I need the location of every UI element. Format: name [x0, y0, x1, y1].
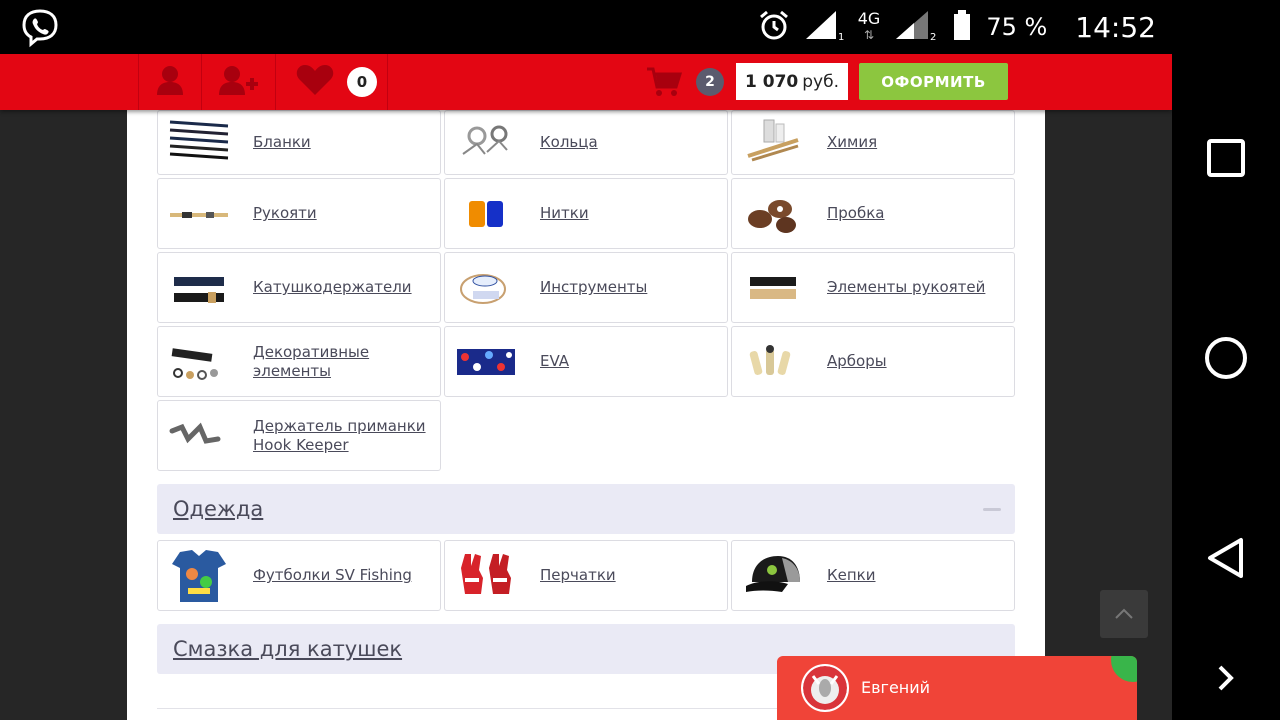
category-label: Нитки	[540, 204, 589, 222]
android-nav-bar	[1172, 54, 1280, 720]
category-label: Футболки SV Fishing	[253, 566, 412, 584]
back-button[interactable]	[1172, 520, 1280, 600]
category-label: Арборы	[827, 352, 887, 370]
heart-icon	[296, 64, 334, 100]
square-icon	[1207, 139, 1245, 181]
category-tile[interactable]: Арборы	[731, 326, 1015, 397]
handle-image	[168, 189, 230, 239]
clock: 14:52	[1075, 10, 1156, 44]
signal-sim1-icon: 1	[804, 9, 844, 45]
battery-icon	[952, 9, 972, 45]
scroll-to-top-button[interactable]	[1100, 590, 1148, 638]
register-button[interactable]	[202, 54, 276, 110]
handle-elements-image	[742, 263, 804, 313]
svg-text:1: 1	[838, 32, 844, 41]
alarm-icon	[758, 9, 790, 45]
section-title: Одежда	[173, 497, 264, 521]
category-tile[interactable]: Декоративные элементы	[157, 326, 441, 397]
category-tile[interactable]: Бланки	[157, 110, 441, 175]
online-indicator	[1111, 656, 1137, 682]
data-arrows-icon: ⇅	[863, 28, 875, 42]
agent-avatar	[801, 664, 849, 712]
next-button[interactable]	[1172, 640, 1280, 720]
decor-elements-image	[168, 337, 230, 387]
cap-image	[742, 551, 804, 601]
arbors-image	[742, 337, 804, 387]
recent-apps-button[interactable]	[1172, 120, 1280, 200]
category-label: Держатель приманки Hook Keeper	[253, 416, 426, 454]
status-bar: 1 4G ⇅ 2 75 % 14:52	[0, 0, 1280, 54]
site-header: 0 2 1 070 руб. ОФОРМИТЬ	[0, 54, 1172, 110]
category-tile[interactable]: Кольца	[444, 110, 728, 175]
eva-image	[455, 337, 517, 387]
cork-image	[742, 189, 804, 239]
category-label: Элементы рукоятей	[827, 278, 986, 296]
gloves-image	[455, 551, 517, 601]
section-title: Смазка для катушек	[173, 637, 403, 661]
chemistry-image	[742, 115, 804, 165]
category-label: Инструменты	[540, 278, 648, 296]
cart-icon[interactable]	[646, 66, 683, 98]
network-type: 4G	[857, 9, 881, 28]
viber-icon	[20, 8, 60, 48]
chevron-right-icon	[1216, 664, 1236, 696]
cart-total-currency: руб.	[802, 71, 839, 92]
tshirt-image	[168, 550, 230, 602]
rod-rings-image	[455, 115, 517, 165]
hook-keeper-image	[168, 411, 230, 461]
category-label: Кепки	[827, 566, 876, 584]
catalog-content: Бланки Кольца Химия Рукояти Нитки Пробка…	[127, 110, 1045, 720]
category-tile[interactable]: Рукояти	[157, 178, 441, 249]
checkout-button[interactable]: ОФОРМИТЬ	[859, 63, 1008, 100]
tools-image	[455, 263, 517, 313]
section-header-clothing[interactable]: Одежда	[157, 484, 1015, 534]
category-tile[interactable]: Держатель приманки Hook Keeper	[157, 400, 441, 471]
category-tile[interactable]: Пробка	[731, 178, 1015, 249]
category-tile[interactable]: Перчатки	[444, 540, 728, 611]
category-tile[interactable]: Кепки	[731, 540, 1015, 611]
category-tile[interactable]: Катушкодержатели	[157, 252, 441, 323]
category-label: Рукояти	[253, 204, 317, 222]
cart-count-badge: 2	[696, 68, 724, 96]
profile-button[interactable]	[138, 54, 202, 110]
collapse-icon[interactable]	[983, 508, 1001, 511]
category-tile[interactable]: Инструменты	[444, 252, 728, 323]
cart-total: 1 070 руб.	[736, 63, 848, 100]
battery-percent: 75 %	[986, 13, 1048, 41]
category-tile[interactable]: Химия	[731, 110, 1015, 175]
blank-rods-image	[168, 115, 230, 165]
network-indicator: 4G ⇅	[858, 11, 881, 43]
signal-sim2-icon: 2	[894, 9, 938, 45]
category-label: Перчатки	[540, 566, 616, 584]
category-tile[interactable]: Элементы рукоятей	[731, 252, 1015, 323]
cart-total-amount: 1 070	[745, 71, 799, 92]
category-label: Химия	[827, 133, 878, 151]
reel-seat-image	[168, 263, 230, 313]
category-label: EVA	[540, 352, 570, 370]
circle-icon	[1204, 336, 1248, 384]
triangle-back-icon	[1206, 537, 1246, 583]
category-label: Катушкодержатели	[253, 278, 412, 296]
wishlist-count: 0	[347, 67, 377, 97]
home-button[interactable]	[1172, 320, 1280, 400]
chevron-up-icon	[1114, 605, 1134, 624]
browser-page: Бланки Кольца Химия Рукояти Нитки Пробка…	[0, 54, 1172, 720]
category-tile[interactable]: Футболки SV Fishing	[157, 540, 441, 611]
category-label: Пробка	[827, 204, 885, 222]
category-tile[interactable]: Нитки	[444, 178, 728, 249]
svg-text:2: 2	[930, 32, 936, 41]
category-tile[interactable]: EVA	[444, 326, 728, 397]
category-label: Кольца	[540, 133, 598, 151]
category-label: Декоративные элементы	[253, 342, 370, 380]
chat-widget[interactable]: Евгений	[777, 656, 1137, 720]
category-label: Бланки	[253, 133, 311, 151]
phone-screen: 1 4G ⇅ 2 75 % 14:52 Бланки Кольца Химия …	[0, 0, 1280, 720]
user-icon	[156, 65, 184, 99]
add-user-icon	[218, 65, 260, 99]
thread-spools-image	[455, 189, 517, 239]
agent-name: Евгений	[861, 678, 931, 697]
